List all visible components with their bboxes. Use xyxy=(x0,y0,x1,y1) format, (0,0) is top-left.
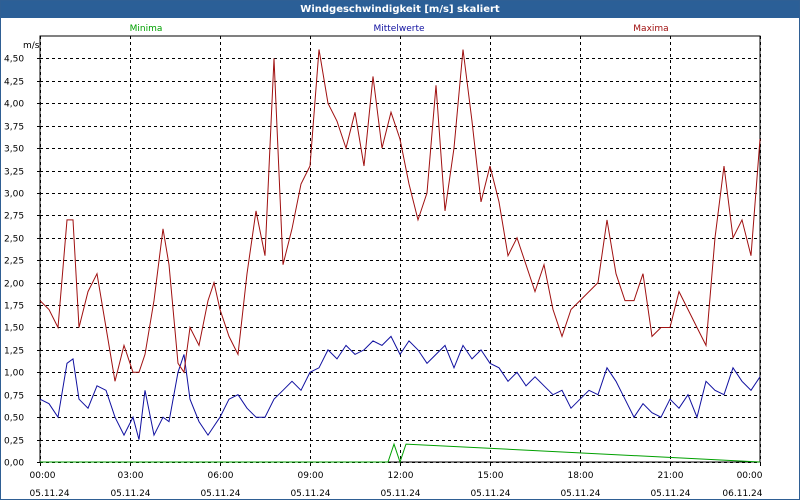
y-tick-label: 4,00 xyxy=(4,100,24,110)
y-tick-label: 0,25 xyxy=(4,437,24,447)
x-tick-date: 05.11.24 xyxy=(650,489,690,499)
x-tick-time: 12:00 xyxy=(388,471,414,481)
x-tick-date: 06.11.24 xyxy=(722,489,762,499)
window-title: Windgeschwindigkeit [m/s] skaliert xyxy=(1,1,799,18)
y-tick-label: 2,25 xyxy=(4,257,24,267)
legend: Minima Mittelwerte Maxima xyxy=(130,24,669,34)
x-tick-date: 05.11.24 xyxy=(380,489,420,499)
x-tick-time: 09:00 xyxy=(298,471,324,481)
y-tick-label: 4,50 xyxy=(4,55,24,65)
x-tick-time: 18:00 xyxy=(568,471,594,481)
y-tick-label: 4,25 xyxy=(4,78,24,88)
y-tick-label: 1,25 xyxy=(4,347,24,357)
x-tick-date: 05.11.24 xyxy=(290,489,330,499)
y-tick-label: 1,50 xyxy=(4,324,24,334)
series-lines xyxy=(39,49,761,464)
y-tick-label: 2,00 xyxy=(4,280,24,290)
x-tick-time: 15:00 xyxy=(478,471,504,481)
x-tick-time: 00:00 xyxy=(737,471,763,481)
y-tick-label: 3,50 xyxy=(4,145,24,155)
y-tick-label: 3,00 xyxy=(4,190,24,200)
x-tick-date: 05.11.24 xyxy=(560,489,600,499)
x-tick-date: 05.11.24 xyxy=(30,489,70,499)
axes: 0,00 0,25 0,50 0,75 1,00 1,25 1,50 1,75 2,00 2,25… xyxy=(4,35,763,499)
y-tick-label: 2,50 xyxy=(4,235,24,245)
series-line-mittelwerte xyxy=(39,335,761,440)
y-tick-label: 3,75 xyxy=(4,123,24,133)
x-tick-time: 21:00 xyxy=(658,471,684,481)
line-chart: 0,00 0,25 0,50 0,75 1,00 1,25 1,50 1,75 2,00 2,25… xyxy=(4,24,763,499)
chart-window: Windgeschwindigkeit [m/s] skaliert 0,00 0… xyxy=(0,0,800,500)
x-tick-date: 05.11.24 xyxy=(470,489,510,499)
x-tick-time: 00:00 xyxy=(30,471,56,481)
x-tick-date: 05.11.24 xyxy=(110,489,150,499)
y-tick-label: 1,75 xyxy=(4,302,24,312)
x-tick-date: 05.11.24 xyxy=(200,489,240,499)
y-tick-label: 3,25 xyxy=(4,168,24,178)
y-tick-label: 1,00 xyxy=(4,369,24,379)
legend-maxima: Maxima xyxy=(633,24,668,34)
legend-minima: Minima xyxy=(130,24,163,34)
y-tick-label: 0,50 xyxy=(4,414,24,424)
x-tick-time: 03:00 xyxy=(118,471,144,481)
grid xyxy=(40,36,761,463)
legend-mittelwerte: Mittelwerte xyxy=(373,24,424,34)
y-axis-unit: m/s xyxy=(23,41,40,51)
x-tick-time: 06:00 xyxy=(208,471,234,481)
y-tick-label: 0,00 xyxy=(4,459,24,469)
y-tick-label: 0,75 xyxy=(4,392,24,402)
y-tick-label: 2,75 xyxy=(4,212,24,222)
